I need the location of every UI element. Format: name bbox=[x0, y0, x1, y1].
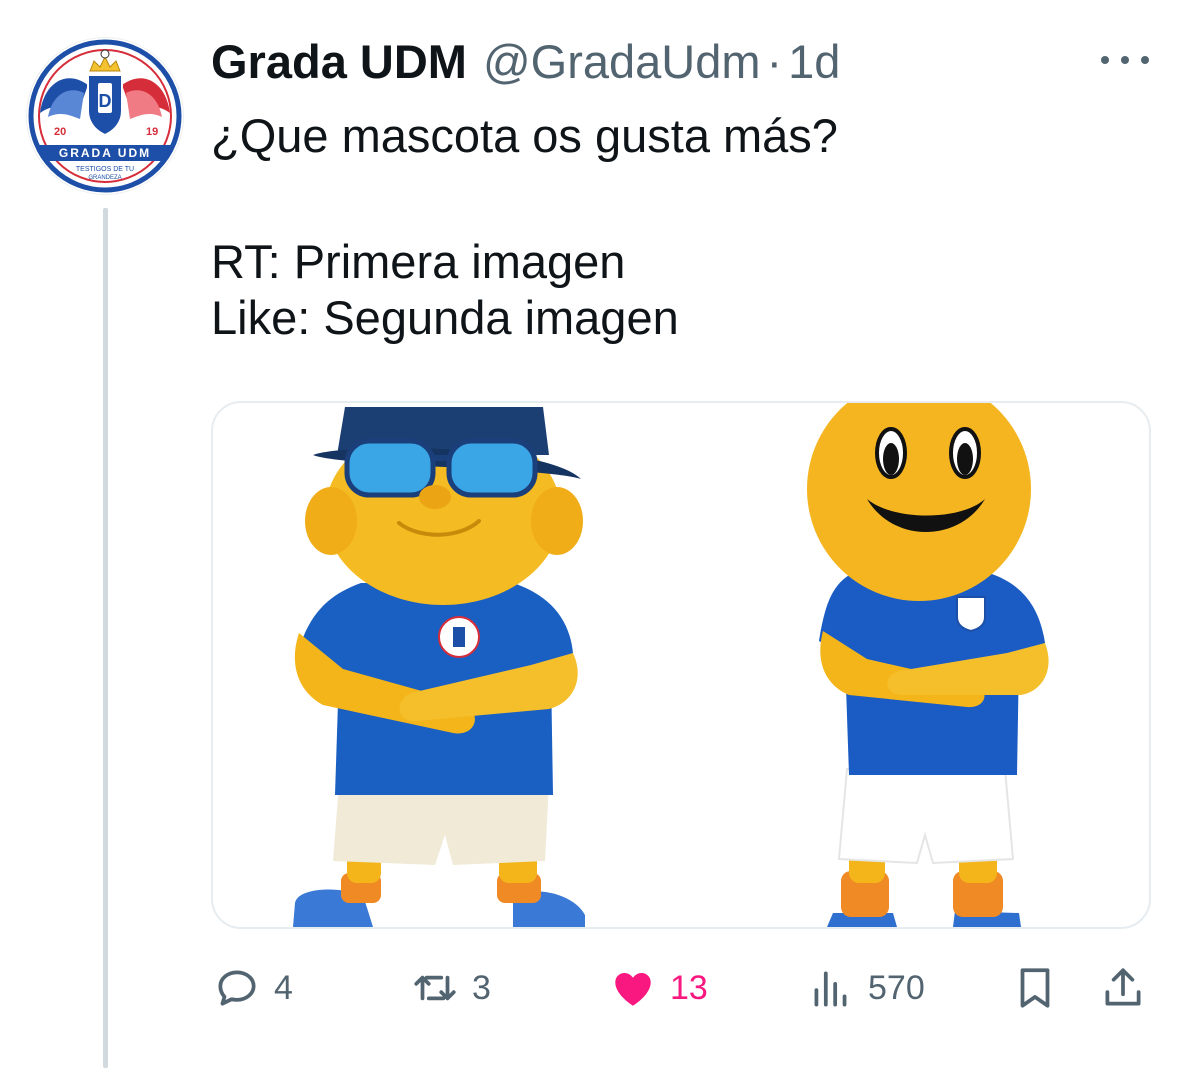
tweet-text: ¿Que mascota os gusta más? RT: Primera i… bbox=[211, 108, 838, 346]
reply-button[interactable]: 4 bbox=[212, 960, 293, 1016]
grada-udm-logo: D 20 19 GRADA UDM TESTIGOS DE TU GRANDEZ… bbox=[28, 39, 182, 193]
like-count: 13 bbox=[670, 968, 708, 1007]
tweet-header: Grada UDM @GradaUdm · 1d bbox=[211, 34, 840, 90]
avatar[interactable]: D 20 19 GRADA UDM TESTIGOS DE TU GRANDEZ… bbox=[26, 37, 184, 195]
tweet: D 20 19 GRADA UDM TESTIGOS DE TU GRANDEZ… bbox=[0, 0, 1179, 1068]
svg-text:TESTIGOS DE TU: TESTIGOS DE TU bbox=[76, 166, 134, 173]
tweet-text-line: Like: Segunda imagen bbox=[211, 291, 679, 344]
timestamp[interactable]: 1d bbox=[788, 34, 840, 90]
svg-text:GRADA UDM: GRADA UDM bbox=[59, 146, 151, 160]
mascot-image-1[interactable] bbox=[293, 407, 585, 927]
reply-count: 4 bbox=[274, 968, 293, 1007]
action-bar: 4 3 13 570 bbox=[0, 960, 1179, 1016]
tweet-text-line: RT: Primera imagen bbox=[211, 235, 626, 288]
bookmark-button[interactable] bbox=[1010, 960, 1060, 1016]
heart-icon bbox=[615, 973, 651, 1006]
share-icon bbox=[1105, 968, 1141, 1006]
tweet-text-line: ¿Que mascota os gusta más? bbox=[211, 109, 838, 162]
svg-text:19: 19 bbox=[146, 126, 158, 138]
media-grid[interactable] bbox=[211, 401, 1151, 929]
views-icon bbox=[814, 971, 847, 1007]
views-button[interactable]: 570 bbox=[806, 960, 925, 1016]
svg-text:GRANDEZA: GRANDEZA bbox=[88, 175, 121, 181]
like-button[interactable]: 13 bbox=[608, 960, 708, 1016]
retweet-button[interactable]: 3 bbox=[410, 960, 491, 1016]
svg-text:20: 20 bbox=[54, 126, 66, 138]
bookmark-icon bbox=[1020, 968, 1050, 1008]
handle[interactable]: @GradaUdm bbox=[483, 34, 761, 90]
retweet-icon bbox=[414, 975, 456, 1001]
views-count: 570 bbox=[868, 968, 925, 1007]
thread-line bbox=[103, 208, 108, 1068]
separator: · bbox=[766, 35, 783, 88]
display-name[interactable]: Grada UDM bbox=[211, 34, 467, 90]
svg-text:D: D bbox=[99, 91, 112, 111]
share-button[interactable] bbox=[1098, 960, 1148, 1016]
mascot-image-2[interactable] bbox=[807, 403, 1049, 927]
reply-icon bbox=[218, 970, 256, 1006]
more-icon[interactable] bbox=[1101, 50, 1149, 70]
retweet-count: 3 bbox=[472, 968, 491, 1007]
